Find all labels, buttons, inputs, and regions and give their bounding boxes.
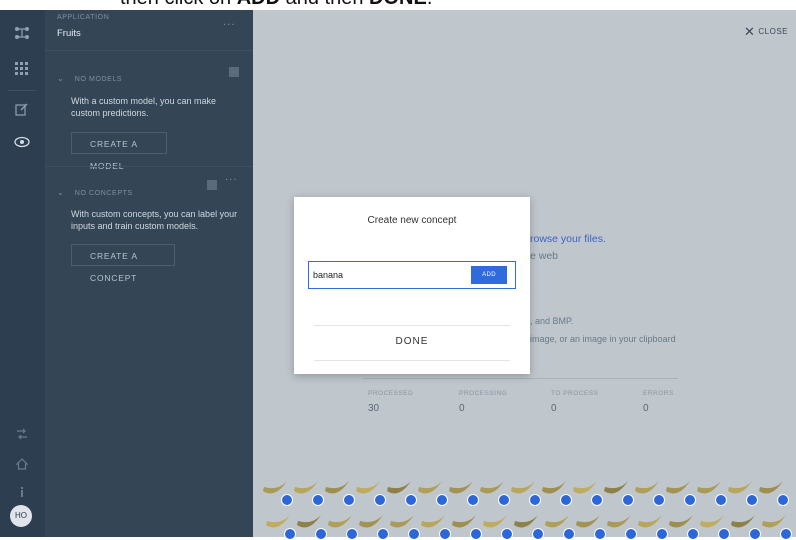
instruction-caption: then click on ADD and then DONE. <box>0 0 796 10</box>
stat-errors: ERRORS 0 <box>643 390 674 414</box>
image-thumbnail[interactable] <box>480 507 513 540</box>
logo-icon[interactable] <box>12 24 32 44</box>
add-button[interactable]: ADD <box>471 266 507 284</box>
image-thumbnail[interactable] <box>632 473 665 506</box>
share-icon[interactable] <box>12 426 32 446</box>
image-thumbnail[interactable] <box>325 507 358 540</box>
image-thumbnail[interactable] <box>294 507 327 540</box>
image-thumbnail[interactable] <box>728 507 761 540</box>
dialog-title: Create new concept <box>367 215 457 226</box>
dialog-divider <box>314 325 510 326</box>
concepts-section-header[interactable]: ⌄ NO CONCEPTS <box>57 180 133 199</box>
stats-divider <box>363 378 678 379</box>
done-button[interactable]: DONE <box>294 336 530 347</box>
concept-name-input[interactable] <box>313 267 463 283</box>
image-thumbnail[interactable] <box>291 473 324 506</box>
image-thumbnail[interactable] <box>263 507 296 540</box>
concepts-action-icon[interactable] <box>207 180 217 190</box>
image-thumbnail[interactable] <box>697 507 730 540</box>
instruction-text: then click on ADD and then DONE. <box>120 0 432 10</box>
image-thumbnail[interactable] <box>666 507 699 540</box>
image-thumbnail[interactable] <box>756 473 789 506</box>
close-icon: ✕ <box>743 24 756 39</box>
info-icon[interactable] <box>12 484 32 504</box>
eye-icon[interactable] <box>12 134 32 154</box>
web-text: e web <box>530 250 559 262</box>
create-concept-button[interactable]: CREATE A CONCEPT <box>71 244 175 283</box>
image-thumbnail[interactable] <box>663 473 696 506</box>
image-thumbnail[interactable] <box>694 473 727 506</box>
stat-processing: PROCESSING 0 <box>459 390 508 414</box>
clipboard-text: image, or an image in your clipboard <box>530 334 676 344</box>
stat-to-process: TO PROCESS 0 <box>551 390 599 414</box>
close-button[interactable]: ✕ CLOSE <box>744 24 788 40</box>
image-thumbnail[interactable] <box>539 473 572 506</box>
image-thumbnail[interactable] <box>353 473 386 506</box>
image-thumbnail[interactable] <box>477 473 510 506</box>
image-thumbnail[interactable] <box>601 473 634 506</box>
chevron-down-icon: ⌄ <box>57 74 64 83</box>
panel-divider <box>45 166 253 167</box>
concepts-description: With custom concepts, you can label your… <box>71 209 238 231</box>
edit-icon[interactable] <box>12 102 32 122</box>
image-thumbnail[interactable] <box>322 473 355 506</box>
image-thumbnail[interactable] <box>570 473 603 506</box>
create-concept-dialog: Create new concept ADD DONE <box>294 197 530 374</box>
image-thumbnail[interactable] <box>384 473 417 506</box>
image-thumbnail[interactable] <box>356 507 389 540</box>
concepts-heading: NO CONCEPTS <box>74 190 133 197</box>
image-thumbnail[interactable] <box>759 507 792 540</box>
image-thumbnail[interactable] <box>573 507 606 540</box>
grid-icon[interactable] <box>12 62 32 82</box>
home-icon[interactable] <box>12 456 32 476</box>
dialog-divider <box>314 360 510 361</box>
image-thumbnail[interactable] <box>542 507 575 540</box>
create-model-button[interactable]: CREATE A MODEL <box>71 132 167 171</box>
concepts-menu-dots-icon[interactable]: ··· <box>225 175 238 186</box>
sidebar-rail: HO <box>0 10 45 537</box>
browse-files-link[interactable]: rowse your files. <box>530 233 606 245</box>
application-name[interactable]: Fruits <box>57 28 81 40</box>
close-label: CLOSE <box>758 27 788 36</box>
stat-processed: PROCESSED 30 <box>368 390 414 414</box>
image-thumbnail[interactable] <box>418 507 451 540</box>
image-thumbnail[interactable] <box>449 507 482 540</box>
chevron-down-icon: ⌄ <box>57 188 64 197</box>
app-menu-dots-icon[interactable]: ··· <box>223 20 236 31</box>
application-caption: APPLICATION <box>57 14 110 21</box>
image-thumbnails <box>260 465 795 540</box>
image-thumbnail[interactable] <box>508 473 541 506</box>
models-action-icon[interactable] <box>229 67 239 77</box>
image-thumbnail[interactable] <box>387 507 420 540</box>
models-section-header[interactable]: ⌄ NO MODELS <box>57 66 122 85</box>
image-thumbnail[interactable] <box>604 507 637 540</box>
formats-text: , and BMP. <box>530 316 574 326</box>
concept-name-field[interactable]: ADD <box>308 261 516 289</box>
image-thumbnail[interactable] <box>260 473 293 506</box>
image-thumbnail[interactable] <box>446 473 479 506</box>
application-panel: APPLICATION Fruits ··· ⌄ NO MODELS With … <box>45 10 253 537</box>
avatar[interactable]: HO <box>10 505 32 527</box>
image-thumbnail[interactable] <box>725 473 758 506</box>
models-description: With a custom model, you can make custom… <box>71 96 217 118</box>
panel-divider <box>45 50 253 51</box>
rail-divider <box>8 90 36 91</box>
image-thumbnail[interactable] <box>511 507 544 540</box>
check-icon <box>780 528 792 540</box>
check-icon <box>777 494 789 506</box>
image-thumbnail[interactable] <box>635 507 668 540</box>
app-window: HO APPLICATION Fruits ··· ⌄ NO MODELS Wi… <box>0 10 796 540</box>
models-heading: NO MODELS <box>74 76 123 83</box>
image-thumbnail[interactable] <box>415 473 448 506</box>
